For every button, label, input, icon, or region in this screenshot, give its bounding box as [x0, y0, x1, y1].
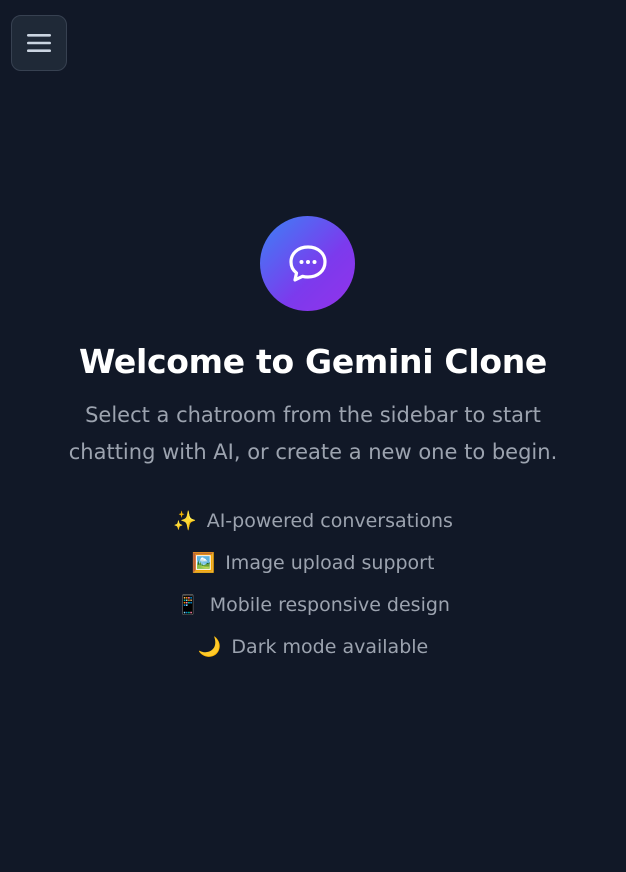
- logo-badge: [260, 216, 355, 311]
- feature-list: ✨ AI-powered conversations 🖼️ Image uplo…: [0, 500, 626, 668]
- feature-item-ai: ✨ AI-powered conversations: [0, 500, 626, 542]
- feature-label: Image upload support: [225, 552, 435, 574]
- feature-label: AI-powered conversations: [206, 510, 453, 532]
- subtitle-line-2: chatting with AI, or create a new one to…: [68, 440, 558, 464]
- feature-item-dark-mode: 🌙 Dark mode available: [0, 626, 626, 668]
- sidebar-toggle-button[interactable]: [11, 15, 67, 71]
- crescent-moon-icon: 🌙: [197, 635, 222, 658]
- subtitle-line-1: Select a chatroom from the sidebar to st…: [85, 403, 541, 427]
- chat-bubble-icon: [288, 244, 327, 282]
- welcome-subtitle: Select a chatroom from the sidebar to st…: [40, 397, 586, 471]
- feature-label: Mobile responsive design: [209, 594, 450, 616]
- feature-item-mobile: 📱 Mobile responsive design: [0, 584, 626, 626]
- framed-picture-icon: 🖼️: [191, 551, 216, 574]
- feature-label: Dark mode available: [231, 636, 429, 658]
- feature-item-image-upload: 🖼️ Image upload support: [0, 542, 626, 584]
- sparkles-icon: ✨: [173, 509, 197, 532]
- page-title: Welcome to Gemini Clone: [79, 342, 547, 381]
- hamburger-menu-icon: [27, 34, 51, 52]
- mobile-phone-icon: 📱: [176, 593, 200, 616]
